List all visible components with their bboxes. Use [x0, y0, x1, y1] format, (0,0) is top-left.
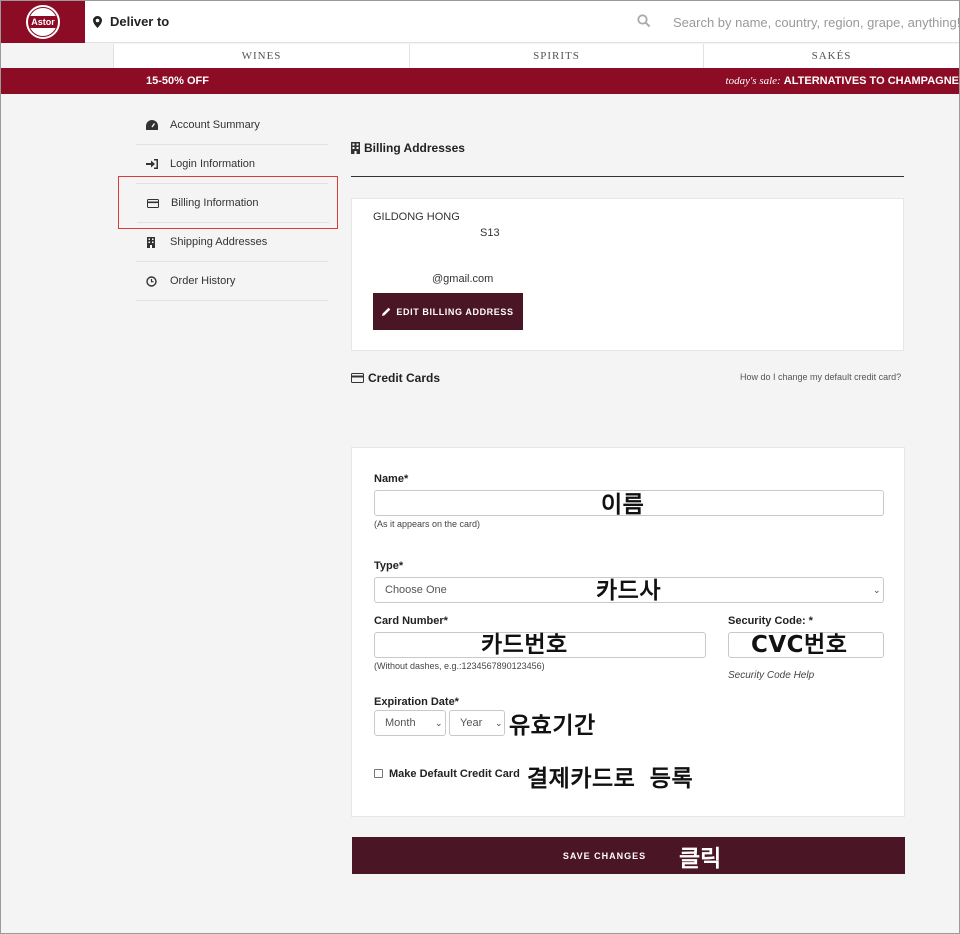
type-label: Type*	[374, 560, 404, 572]
credit-cards-heading: Credit Cards	[351, 371, 440, 385]
expiration-month-select[interactable]: Month	[374, 710, 446, 736]
default-card-help-link[interactable]: How do I change my default credit card?	[740, 372, 901, 382]
sidebar-item-order-history[interactable]: Order History	[136, 262, 328, 301]
billing-address-line: S13	[480, 227, 500, 239]
billing-email: @gmail.com	[432, 273, 494, 285]
billing-address-card: GILDONG HONG S13 @gmail.com EDIT BILLING…	[351, 198, 904, 351]
todays-sale[interactable]: today's sale: ALTERNATIVES TO CHAMPAGNE	[726, 75, 959, 87]
billing-addresses-title: Billing Addresses	[364, 141, 465, 155]
annotation-cvc: CVC번호	[751, 632, 848, 658]
sidebar-item-label: Login Information	[170, 158, 255, 170]
todays-sale-prefix: today's sale:	[725, 75, 781, 87]
logo-badge: Astor	[26, 5, 60, 39]
card-number-hint: (Without dashes, e.g.:1234567890123456)	[374, 661, 545, 671]
annotation-click: 클릭	[679, 846, 722, 872]
building-icon	[146, 236, 158, 248]
annotation-card-number: 카드번호	[481, 632, 568, 658]
nav-spirits[interactable]: SPIRITS	[410, 44, 704, 68]
site-header: Astor Deliver to	[1, 1, 959, 43]
annotation-card-type: 카드사	[596, 578, 661, 604]
pencil-icon	[382, 307, 391, 316]
name-hint: (As it appears on the card)	[374, 519, 481, 529]
sidebar-item-account-summary[interactable]: Account Summary	[136, 106, 328, 145]
month-selected: Month	[385, 717, 416, 729]
highlight-box-billing	[118, 176, 338, 229]
billing-addresses-heading: Billing Addresses	[351, 141, 465, 155]
name-label: Name*	[374, 473, 409, 485]
astor-logo[interactable]: Astor	[1, 1, 85, 43]
sidebar-item-label: Shipping Addresses	[170, 236, 268, 248]
credit-card-icon	[351, 373, 364, 383]
section-divider	[351, 176, 904, 177]
edit-billing-address-label: EDIT BILLING ADDRESS	[396, 306, 514, 317]
clock-icon	[146, 275, 158, 287]
security-code-help-link[interactable]: Security Code Help	[728, 670, 814, 681]
sidebar-item-label: Account Summary	[170, 119, 260, 131]
logo-text: Astor	[29, 16, 57, 28]
save-changes-button[interactable]: SAVE CHANGES	[352, 837, 905, 874]
search-input[interactable]	[661, 7, 959, 37]
annotation-name: 이름	[601, 492, 645, 518]
map-marker-icon	[93, 15, 102, 28]
todays-sale-text: ALTERNATIVES TO CHAMPAGNE	[783, 75, 959, 87]
sidebar-item-label: Order History	[170, 275, 236, 287]
sign-in-icon	[146, 159, 158, 169]
annotation-default-card: 결제카드로 등록	[527, 766, 694, 792]
card-number-label: Card Number*	[374, 615, 448, 627]
nav-wines[interactable]: WINES	[114, 44, 410, 68]
deliver-to-label: Deliver to	[110, 14, 170, 29]
sale-discount[interactable]: 15-50% OFF	[146, 75, 209, 87]
edit-billing-address-button[interactable]: EDIT BILLING ADDRESS	[373, 293, 523, 330]
annotation-expiration: 유효기간	[509, 713, 596, 739]
billing-name: GILDONG HONG	[373, 211, 460, 223]
credit-cards-title: Credit Cards	[368, 371, 441, 385]
save-changes-label: SAVE CHANGES	[562, 850, 647, 861]
nav-sakes[interactable]: SAKÉS	[704, 44, 959, 68]
make-default-checkbox[interactable]	[374, 769, 383, 778]
sale-banner: 15-50% OFF today's sale: ALTERNATIVES TO…	[1, 68, 959, 94]
make-default-label[interactable]: Make Default Credit Card	[389, 768, 520, 780]
building-icon	[351, 142, 360, 154]
year-selected: Year	[460, 717, 483, 729]
expiration-label: Expiration Date*	[374, 696, 459, 708]
search-icon[interactable]	[637, 14, 651, 28]
category-nav: WINES SPIRITS SAKÉS	[113, 44, 959, 68]
dashboard-icon	[146, 120, 158, 130]
expiration-year-select[interactable]: Year	[449, 710, 505, 736]
card-type-selected: Choose One	[385, 584, 447, 596]
deliver-to[interactable]: Deliver to	[93, 14, 169, 29]
